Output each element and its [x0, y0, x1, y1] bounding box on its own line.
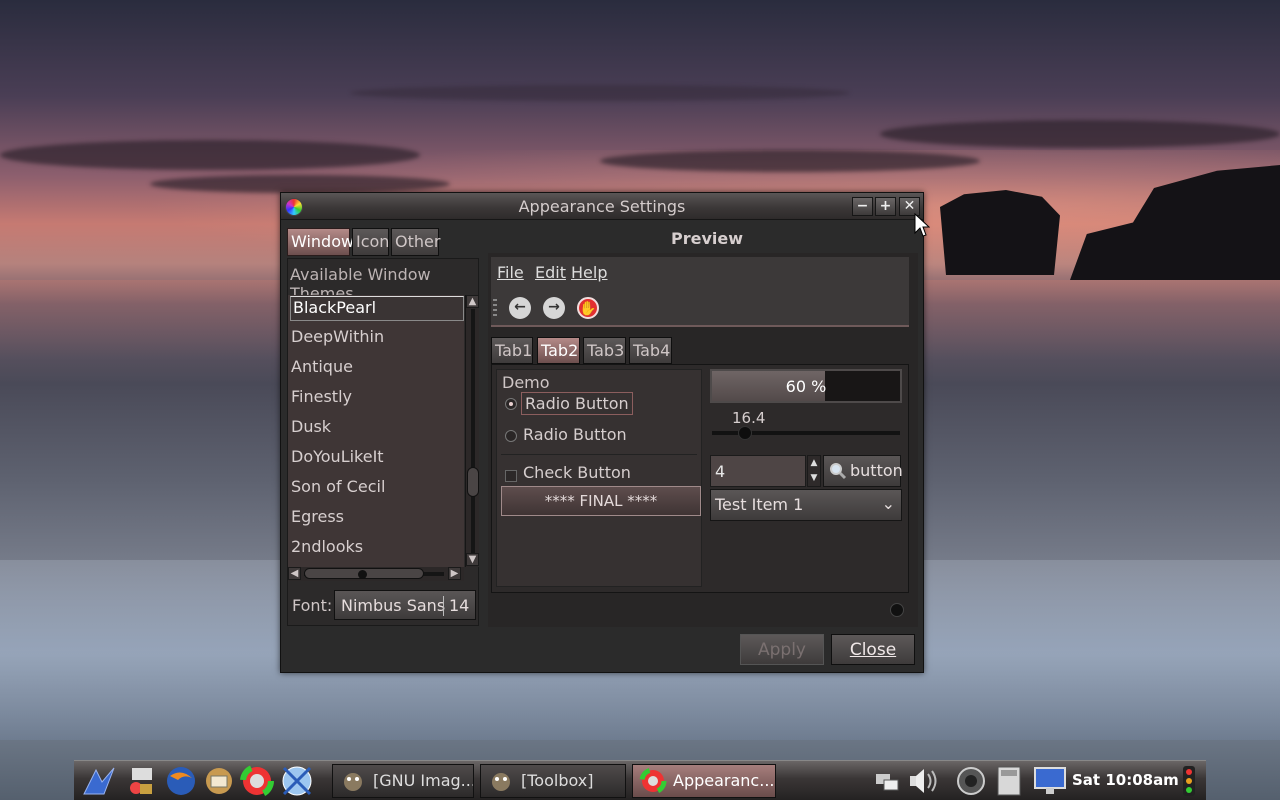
- scroll-up-icon[interactable]: ▲: [466, 295, 479, 308]
- radio-button-2-label[interactable]: Radio Button: [523, 425, 627, 444]
- list-item[interactable]: Son of Cecil: [291, 477, 385, 496]
- menu-file[interactable]: File: [497, 263, 524, 282]
- tab-2[interactable]: Tab2: [537, 337, 580, 364]
- file-manager-icon[interactable]: [124, 764, 158, 798]
- back-arrow-icon[interactable]: ←: [509, 297, 531, 319]
- tab-window[interactable]: Window: [287, 228, 354, 256]
- tab-4[interactable]: Tab4: [629, 337, 672, 364]
- mail-client-icon[interactable]: [202, 764, 236, 798]
- gimp-icon: [492, 773, 510, 791]
- chevron-down-icon: ⌄: [881, 494, 895, 513]
- font-row: Font: Nimbus Sans 14: [288, 587, 478, 625]
- list-item[interactable]: Finestly: [291, 387, 352, 406]
- scroll-right-icon[interactable]: ▶: [448, 567, 461, 580]
- tab-3[interactable]: Tab3: [583, 337, 626, 364]
- close-button[interactable]: Close: [831, 634, 915, 665]
- search-button-label: button: [850, 461, 903, 480]
- calculator-icon[interactable]: [994, 764, 1024, 798]
- status-indicator: [890, 603, 904, 617]
- check-button-label[interactable]: Check Button: [523, 463, 631, 482]
- task-label: Appearanc...: [673, 771, 775, 790]
- list-item[interactable]: Antique: [291, 357, 353, 376]
- spin-input[interactable]: 4: [710, 455, 806, 487]
- radio-button-1-label[interactable]: Radio Button: [521, 392, 633, 415]
- network-globe-icon[interactable]: [280, 764, 314, 798]
- magnifier-icon: [830, 463, 847, 480]
- preview-menubar: File Edit Help: [491, 257, 909, 287]
- screenshot-tool-icon[interactable]: [954, 764, 988, 798]
- demo-frame: Demo Radio Button Radio Button Check But…: [496, 369, 702, 587]
- tab-icon[interactable]: Icon: [352, 228, 389, 256]
- launcher-menu-icon[interactable]: [82, 764, 116, 798]
- progress-bar: 60 %: [710, 369, 902, 403]
- list-item[interactable]: Egress: [291, 507, 344, 526]
- desktop-monitor-icon[interactable]: [1032, 764, 1068, 798]
- maximize-button[interactable]: +: [875, 197, 896, 216]
- preview-toolbar: ← → ✋: [491, 287, 909, 327]
- radio-button-1[interactable]: [505, 398, 517, 410]
- list-item[interactable]: 2ndlooks: [291, 537, 363, 556]
- tab-page: Demo Radio Button Radio Button Check But…: [491, 364, 909, 593]
- color-wheel-icon: [639, 768, 667, 794]
- radio-button-2[interactable]: [505, 430, 517, 442]
- final-button[interactable]: **** FINAL ****: [501, 486, 701, 516]
- task-label: [GNU Imag...: [373, 771, 474, 790]
- progress-text: 60 %: [785, 377, 827, 396]
- appearance-settings-window: Appearance Settings − + ✕ Window Icon Ot…: [280, 192, 924, 673]
- tab-other[interactable]: Other: [391, 228, 440, 256]
- combo-box[interactable]: Test Item 1 ⌄: [710, 489, 902, 521]
- taskbar: [GNU Imag... [Toolbox] Appearanc... Sat …: [74, 760, 1206, 800]
- scale-value: 16.4: [732, 409, 766, 427]
- search-button[interactable]: button: [823, 455, 903, 487]
- demo-frame-label: Demo: [502, 373, 550, 392]
- network-connection-icon[interactable]: [874, 764, 900, 798]
- toolbar-grip-icon[interactable]: [493, 299, 497, 317]
- theme-list[interactable]: BlackPearl DeepWithin Antique Finestly D…: [288, 295, 464, 567]
- font-name: Nimbus Sans: [341, 596, 446, 615]
- slider-knob[interactable]: [738, 426, 752, 440]
- apply-button[interactable]: Apply: [740, 634, 824, 665]
- minimize-button[interactable]: −: [852, 197, 873, 216]
- font-label: Font:: [292, 596, 333, 615]
- preview-pane: File Edit Help ← → ✋ Tab1 Tab2 Tab3 Tab4…: [488, 253, 918, 627]
- mouse-cursor-icon: [914, 213, 930, 237]
- combo-value: Test Item 1: [715, 495, 804, 514]
- web-browser-icon[interactable]: [164, 764, 198, 798]
- task-appearance[interactable]: Appearanc...: [632, 764, 776, 798]
- preview-label: Preview: [671, 229, 744, 248]
- window-title: Appearance Settings: [518, 197, 686, 216]
- scroll-left-icon[interactable]: ◀: [288, 567, 301, 580]
- stop-icon[interactable]: ✋: [577, 297, 599, 319]
- menu-edit[interactable]: Edit: [535, 263, 566, 282]
- font-picker-button[interactable]: Nimbus Sans 14: [334, 590, 476, 620]
- menu-help[interactable]: Help: [571, 263, 607, 282]
- list-item[interactable]: DeepWithin: [291, 327, 384, 346]
- font-size: 14: [449, 596, 470, 615]
- scroll-thumb[interactable]: [467, 467, 479, 497]
- theme-list-horizontal-scrollbar[interactable]: ◀ ▶: [288, 567, 464, 581]
- list-item[interactable]: Dusk: [291, 417, 331, 436]
- gimp-icon: [344, 773, 362, 791]
- scroll-down-icon[interactable]: ▼: [466, 553, 479, 566]
- theme-panel: Available Window Themes BlackPearl DeepW…: [287, 258, 479, 626]
- list-item[interactable]: DoYouLikeIt: [291, 447, 384, 466]
- title-bar[interactable]: Appearance Settings − + ✕: [281, 193, 923, 220]
- task-gimp[interactable]: [GNU Imag...: [332, 764, 474, 798]
- tab-1[interactable]: Tab1: [491, 337, 533, 364]
- list-item[interactable]: BlackPearl: [290, 296, 464, 321]
- clock[interactable]: Sat 10:08am: [1072, 771, 1179, 789]
- forward-arrow-icon[interactable]: →: [543, 297, 565, 319]
- task-label: [Toolbox]: [521, 771, 594, 790]
- traffic-light-icon[interactable]: [1178, 764, 1200, 798]
- volume-icon[interactable]: [906, 764, 946, 798]
- task-toolbox[interactable]: [Toolbox]: [480, 764, 626, 798]
- theme-list-vertical-scrollbar[interactable]: ▲ ▼: [465, 295, 479, 567]
- spin-arrows[interactable]: ▲ ▼: [807, 455, 821, 487]
- check-button-box[interactable]: [505, 470, 517, 482]
- color-wheel-icon[interactable]: [240, 764, 274, 798]
